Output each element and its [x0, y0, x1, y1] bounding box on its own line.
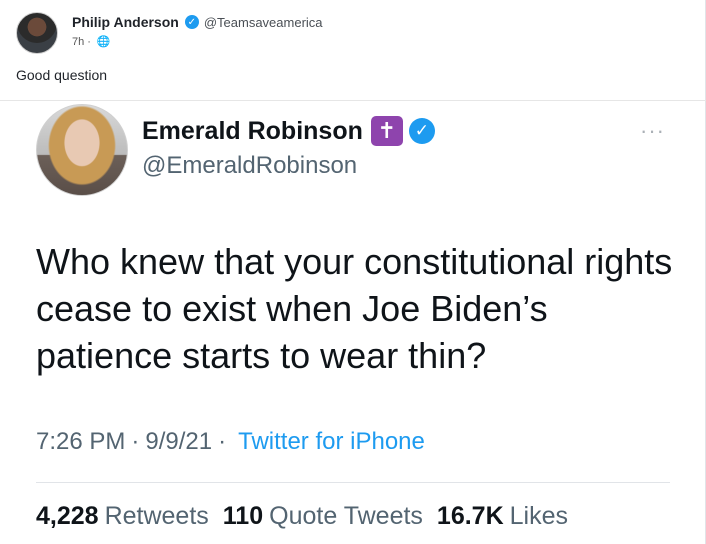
verified-icon: ✓ — [184, 15, 199, 29]
tweet-meta-row: 7:26 PM · 9/9/21 · Twitter for iPhone — [36, 428, 425, 456]
outer-author-row: Philip Anderson ✓ @Teamsaveamerica — [72, 14, 323, 30]
retweets-stat[interactable]: 4,228 Retweets — [36, 502, 209, 531]
globe-icon: 🌐 — [96, 36, 111, 48]
tweet-author-handle[interactable]: @EmeraldRobinson — [142, 152, 357, 180]
tweet-source-link[interactable]: Twitter for iPhone — [238, 428, 425, 456]
avatar[interactable] — [16, 12, 58, 54]
outer-post-time-row: 7h · 🌐 — [72, 35, 323, 49]
outer-post-header: Philip Anderson ✓ @Teamsaveamerica 7h · … — [16, 12, 323, 56]
outer-post-time[interactable]: 7h — [72, 36, 84, 48]
likes-count: 16.7K — [436, 502, 504, 530]
quotes-count: 110 — [222, 502, 264, 530]
tweet-author-row: Emerald Robinson ✝ ✓ — [142, 116, 435, 146]
separator-dot: · — [87, 35, 91, 48]
more-options-icon[interactable]: ··· — [640, 118, 665, 144]
retweets-count: 4,228 — [36, 502, 99, 530]
quotes-label: Quote Tweets — [269, 502, 423, 530]
divider — [36, 482, 670, 483]
post-frame: Philip Anderson ✓ @Teamsaveamerica 7h · … — [0, 0, 706, 544]
separator-dot: · — [131, 428, 140, 455]
outer-author-handle[interactable]: @Teamsaveamerica — [204, 15, 323, 30]
likes-label: Likes — [509, 502, 569, 530]
tweet-text: Who knew that your constitutional rights… — [36, 241, 673, 376]
tweet-avatar[interactable] — [36, 104, 128, 196]
retweets-label: Retweets — [104, 502, 209, 530]
outer-post-meta: Philip Anderson ✓ @Teamsaveamerica 7h · … — [72, 14, 323, 48]
quote-tweets-stat[interactable]: 110 Quote Tweets — [223, 502, 423, 531]
outer-author-name[interactable]: Philip Anderson — [72, 14, 179, 30]
divider — [0, 100, 706, 101]
tweet-author-name[interactable]: Emerald Robinson — [142, 117, 363, 146]
separator-dot: · — [218, 428, 227, 455]
cross-icon: ✝ — [370, 116, 403, 146]
tweet-date[interactable]: 9/9/21 — [145, 428, 212, 456]
tweet-stats: 4,228 Retweets 110 Quote Tweets 16.7K Likes — [36, 502, 582, 531]
verified-icon: ✓ — [408, 118, 435, 144]
outer-post-text: Good question — [16, 67, 108, 83]
likes-stat[interactable]: 16.7K Likes — [437, 502, 568, 531]
tweet-time[interactable]: 7:26 PM — [36, 428, 125, 456]
